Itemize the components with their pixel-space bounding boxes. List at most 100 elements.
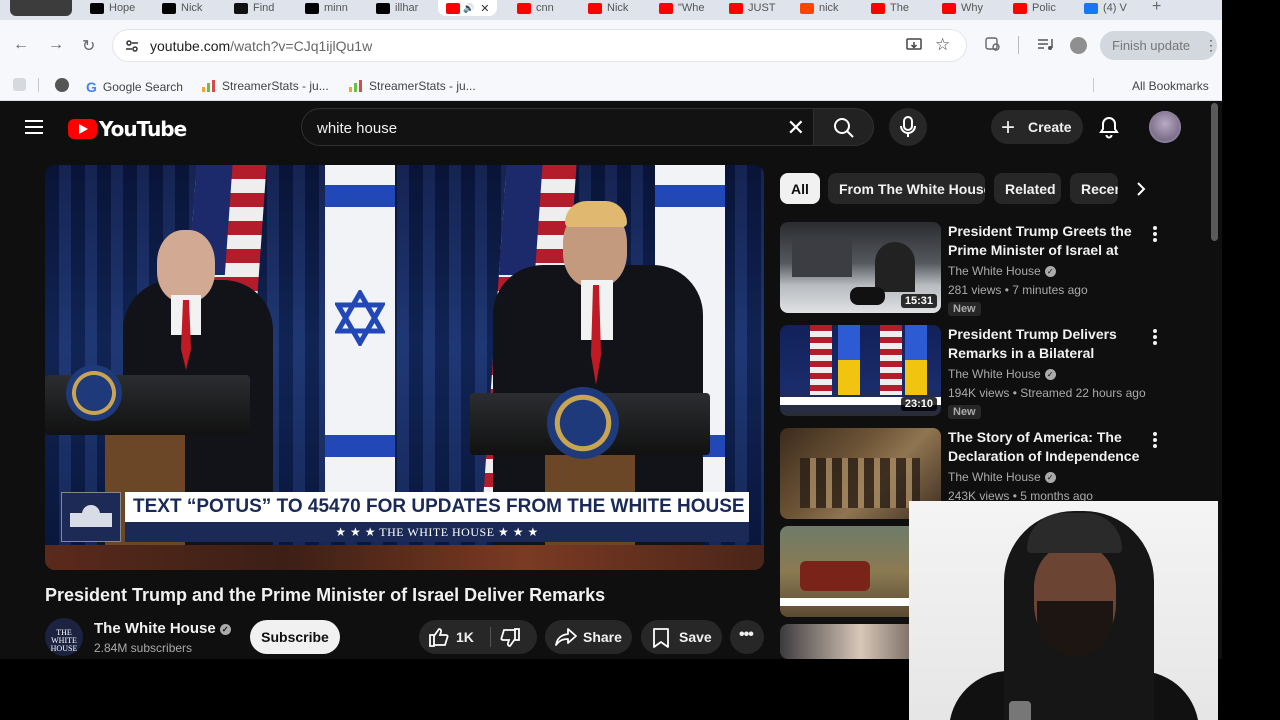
browser-tab[interactable] — [10, 0, 72, 16]
dislike-button[interactable] — [491, 620, 537, 654]
recommendation-channel[interactable]: The White House ✓ — [948, 264, 1056, 278]
chrome-menu-icon[interactable]: ⋮ — [1204, 37, 1218, 54]
new-tab-icon[interactable]: + — [1152, 0, 1161, 16]
browser-tab[interactable]: cnn — [517, 0, 554, 16]
profile-avatar[interactable] — [1070, 37, 1087, 54]
bookmark-star-icon[interactable]: ☆ — [935, 35, 950, 55]
tab-title: "Whe — [678, 2, 705, 14]
browser-tab[interactable]: The — [871, 0, 909, 16]
tab-title: JUST — [748, 2, 776, 14]
audience-blur — [45, 545, 764, 570]
video-title: President Trump and the Prime Minister o… — [45, 585, 606, 605]
clear-search-icon[interactable]: ✕ — [787, 115, 805, 141]
finish-update-button[interactable]: Finish update ⋮ — [1100, 31, 1218, 60]
browser-toolbar: ← → ↻ youtube.com/watch?v=CJq1ijlQu1w ☆ … — [0, 20, 1222, 70]
browser-tab[interactable]: minn — [305, 0, 348, 16]
tab-title: nick — [819, 2, 839, 14]
browser-tab[interactable]: Hope — [90, 0, 135, 16]
chevron-right-icon[interactable] — [1135, 181, 1147, 197]
screen: Hope Nick Find minn illhar 🔊 ✕ cnn Nick "Whe JUST n… — [0, 0, 1280, 720]
browser-tab[interactable]: Nick — [588, 0, 628, 16]
reload-icon[interactable]: ↻ — [82, 36, 95, 56]
tab-favicon-icon — [871, 2, 885, 14]
more-vertical-icon[interactable] — [1153, 432, 1159, 450]
recommendation-title[interactable]: President Trump Greets the Prime Ministe… — [948, 222, 1143, 260]
toolbar-divider — [1018, 36, 1019, 54]
more-actions-button[interactable]: ••• — [730, 620, 764, 654]
browser-tab[interactable]: JUST — [729, 0, 776, 16]
apps-icon[interactable] — [13, 78, 26, 91]
bookmark-google-search[interactable]: G Google Search — [86, 79, 183, 95]
create-button[interactable]: + Create — [991, 110, 1083, 144]
bookmark-streamerstats-1[interactable]: StreamerStats - ju... — [202, 79, 329, 93]
address-bar[interactable]: youtube.com/watch?v=CJq1ijlQu1w ☆ — [113, 30, 966, 61]
bookmark-streamerstats-2[interactable]: StreamerStats - ju... — [349, 79, 476, 93]
browser-tab[interactable]: "Whe — [659, 0, 705, 16]
chip-from-the-white-house[interactable]: From The White House — [828, 173, 985, 204]
save-label: Save — [679, 629, 712, 645]
voice-search-button[interactable] — [889, 108, 927, 146]
all-bookmarks-button[interactable]: All Bookmarks — [1132, 79, 1209, 93]
back-arrow-icon[interactable]: ← — [13, 36, 29, 54]
page-scrollbar[interactable] — [1211, 103, 1218, 241]
save-button[interactable]: Save — [641, 620, 722, 654]
webcam-overlay — [909, 501, 1218, 720]
create-label: Create — [1028, 119, 1072, 135]
browser-tab[interactable]: (4) V — [1084, 0, 1127, 16]
like-button[interactable]: 1K — [419, 620, 489, 654]
channel-name[interactable]: The White House ✓ — [94, 620, 231, 637]
tab-favicon-icon — [942, 2, 956, 14]
recommendation-item[interactable]: 23:10 President Trump Delivers Remarks i… — [780, 325, 1210, 419]
verified-icon: ✓ — [219, 624, 231, 635]
globe-icon[interactable] — [55, 78, 69, 92]
search-input[interactable]: white house — [317, 120, 397, 137]
recommendation-channel[interactable]: The White House ✓ — [948, 470, 1056, 484]
presidential-seal-left — [66, 365, 122, 421]
youtube-logo[interactable]: YouTube — [68, 117, 187, 141]
browser-tab[interactable]: Why — [942, 0, 983, 16]
more-horizontal-icon: ••• — [739, 626, 754, 643]
chip-recently-uploaded[interactable]: Recently uploaded — [1070, 173, 1118, 204]
search-button[interactable] — [813, 108, 874, 146]
recommendation-title[interactable]: President Trump Delivers Remarks in a Bi… — [948, 325, 1143, 363]
tab-favicon-icon — [234, 2, 248, 14]
speaker-icon[interactable]: 🔊 — [463, 3, 474, 14]
video-thumbnail[interactable]: 23:10 — [780, 325, 941, 416]
browser-tab[interactable]: Find — [234, 0, 274, 16]
recommendation-channel-label: The White House — [948, 367, 1041, 381]
close-tab-icon[interactable]: ✕ — [480, 2, 489, 15]
bookmark-divider — [1093, 78, 1094, 92]
new-badge: New — [948, 302, 981, 316]
browser-tab[interactable]: nick — [800, 0, 839, 16]
install-app-icon[interactable] — [906, 38, 922, 53]
more-vertical-icon[interactable] — [1153, 226, 1159, 244]
verified-icon: ✓ — [1044, 472, 1056, 483]
forward-arrow-icon[interactable]: → — [48, 36, 64, 54]
tab-favicon-icon — [90, 2, 104, 14]
chip-related[interactable]: Related — [994, 173, 1061, 204]
recommendation-title[interactable]: The Story of America: The Declaration of… — [948, 428, 1143, 466]
verified-icon: ✓ — [1044, 266, 1056, 277]
more-vertical-icon[interactable] — [1153, 329, 1159, 347]
browser-tab[interactable]: 🔊 ✕ — [438, 0, 498, 16]
chip-all[interactable]: All — [780, 173, 820, 204]
browser-tab[interactable]: Nick — [162, 0, 202, 16]
site-info-icon[interactable] — [124, 38, 140, 54]
channel-avatar[interactable]: THE WHITE HOUSE — [45, 618, 83, 656]
video-thumbnail[interactable]: 15:31 — [780, 222, 941, 313]
media-controls-icon[interactable] — [1037, 37, 1054, 52]
hamburger-menu-icon[interactable] — [25, 120, 43, 134]
lens-icon[interactable] — [985, 37, 1002, 53]
tab-title: minn — [324, 2, 348, 14]
recommendation-item[interactable]: 15:31 President Trump Greets the Prime M… — [780, 222, 1210, 316]
notifications-bell-icon[interactable] — [1097, 115, 1121, 139]
browser-tab[interactable]: Polic — [1013, 0, 1056, 16]
share-button[interactable]: Share — [545, 620, 632, 654]
recommendation-channel[interactable]: The White House ✓ — [948, 367, 1056, 381]
finish-update-label: Finish update — [1112, 38, 1191, 53]
account-avatar[interactable] — [1149, 111, 1181, 143]
video-player[interactable]: TEXT “POTUS” TO 45470 FOR UPDATES FROM T… — [45, 165, 764, 570]
subscribe-button[interactable]: Subscribe — [250, 620, 340, 654]
browser-tab[interactable]: illhar — [376, 0, 418, 16]
search-box[interactable]: white house ✕ — [301, 108, 814, 146]
